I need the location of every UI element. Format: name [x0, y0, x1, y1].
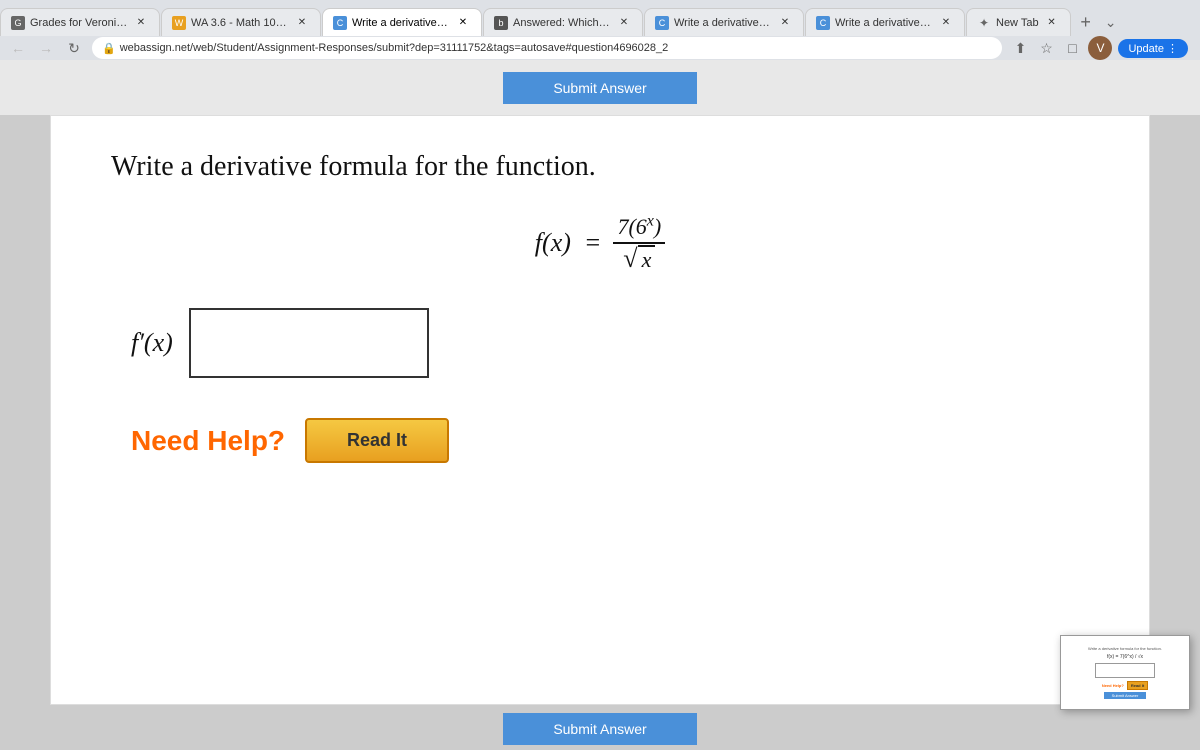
- lock-icon: 🔒: [102, 42, 116, 55]
- formula-numerator: 7(6x): [613, 213, 665, 244]
- tab-answered[interactable]: b Answered: Which of t ✕: [483, 8, 643, 36]
- thumbnail-title: Write a derivative formula for the funct…: [1088, 646, 1162, 651]
- tab-favicon-c3: C: [816, 16, 830, 30]
- derivative-label: f′(x): [131, 328, 173, 358]
- tab-bar: G Grades for Veronica M ✕ W WA 3.6 - Mat…: [0, 0, 1200, 36]
- page-content: Submit Answer Write a derivative formula…: [0, 60, 1200, 750]
- tab-favicon-grades: G: [11, 16, 25, 30]
- tab-close-grades[interactable]: ✕: [133, 15, 149, 31]
- browser-actions: ⬆ ☆ □ V Update ⋮: [1010, 36, 1192, 60]
- tab-overflow-button[interactable]: ⌄: [1101, 8, 1121, 36]
- back-button[interactable]: ←: [8, 38, 28, 58]
- tab-label-answered: Answered: Which of t: [513, 17, 611, 29]
- tab-label-c2: Write a derivative form: [674, 17, 772, 29]
- derivative-row: f′(x): [111, 308, 1089, 378]
- tab-write-derivative-3[interactable]: C Write a derivative form ✕: [805, 8, 965, 36]
- thumbnail-submit: Submit Answer: [1104, 692, 1147, 699]
- submit-answer-bottom-button[interactable]: Submit Answer: [503, 713, 696, 745]
- thumbnail-input-area: [1095, 663, 1155, 678]
- tab-label-grades: Grades for Veronica M: [30, 17, 128, 29]
- formula-fraction: 7(6x) √x: [613, 213, 665, 273]
- need-help-label: Need Help?: [131, 425, 285, 457]
- url-text: webassign.net/web/Student/Assignment-Res…: [120, 42, 669, 54]
- derivative-answer-input[interactable]: [189, 308, 429, 378]
- tab-close-c1[interactable]: ✕: [455, 15, 471, 31]
- tab-write-derivative-2[interactable]: C Write a derivative form ✕: [644, 8, 804, 36]
- thumbnail-read-it: Read It: [1127, 681, 1148, 690]
- tab-close-wa[interactable]: ✕: [294, 15, 310, 31]
- thumbnail-help: Need Help? Read It: [1102, 681, 1148, 690]
- tab-favicon-answered: b: [494, 16, 508, 30]
- top-action-bar: Submit Answer: [0, 60, 1200, 115]
- update-button[interactable]: Update ⋮: [1118, 39, 1188, 58]
- browser-chrome: G Grades for Veronica M ✕ W WA 3.6 - Mat…: [0, 0, 1200, 60]
- tab-close-c2[interactable]: ✕: [777, 15, 793, 31]
- thumbnail-formula: f(x) = 7(6^x) / √x: [1107, 654, 1143, 660]
- tab-wa[interactable]: W WA 3.6 - Math 1020 S ✕: [161, 8, 321, 36]
- thumbnail-need-help: Need Help?: [1102, 683, 1124, 688]
- tab-label-newtab: New Tab: [996, 17, 1039, 29]
- question-title: Write a derivative formula for the funct…: [111, 151, 1089, 183]
- tab-close-c3[interactable]: ✕: [938, 15, 954, 31]
- tab-favicon-c2: C: [655, 16, 669, 30]
- submit-answer-top-button[interactable]: Submit Answer: [503, 72, 696, 104]
- tab-close-answered[interactable]: ✕: [616, 15, 632, 31]
- new-tab-button[interactable]: +: [1072, 8, 1100, 36]
- tab-label-c3: Write a derivative form: [835, 17, 933, 29]
- url-bar[interactable]: 🔒 webassign.net/web/Student/Assignment-R…: [92, 37, 1002, 59]
- tab-favicon-newtab: ✦: [977, 16, 991, 30]
- address-bar: ← → ↻ 🔒 webassign.net/web/Student/Assign…: [0, 36, 1200, 60]
- tab-label-wa: WA 3.6 - Math 1020 S: [191, 17, 289, 29]
- help-section: Need Help? Read It: [111, 418, 1089, 463]
- tab-label-c1: Write a derivative form: [352, 17, 450, 29]
- formula-denominator: √x: [623, 244, 655, 273]
- window-icon[interactable]: □: [1062, 38, 1082, 58]
- tab-favicon-wa: W: [172, 16, 186, 30]
- tab-write-derivative-1[interactable]: C Write a derivative form ✕: [322, 8, 482, 36]
- tab-grades[interactable]: G Grades for Veronica M ✕: [0, 8, 160, 36]
- thumbnail-preview: Write a derivative formula for the funct…: [1060, 635, 1190, 710]
- share-icon[interactable]: ⬆: [1010, 38, 1030, 58]
- tab-close-newtab[interactable]: ✕: [1044, 15, 1060, 31]
- reload-button[interactable]: ↻: [64, 38, 84, 58]
- main-formula: f(x) = 7(6x) √x: [111, 213, 1089, 273]
- profile-avatar[interactable]: V: [1088, 36, 1112, 60]
- bottom-area: Submit Answer: [0, 705, 1200, 750]
- tab-favicon-c1: C: [333, 16, 347, 30]
- bookmark-icon[interactable]: ☆: [1036, 38, 1056, 58]
- question-area: Write a derivative formula for the funct…: [50, 115, 1150, 705]
- function-name: f(x) =: [535, 228, 602, 258]
- forward-button[interactable]: →: [36, 38, 56, 58]
- formula-display: f(x) = 7(6x) √x: [111, 213, 1089, 273]
- read-it-button[interactable]: Read It: [305, 418, 449, 463]
- tab-new-tab[interactable]: ✦ New Tab ✕: [966, 8, 1071, 36]
